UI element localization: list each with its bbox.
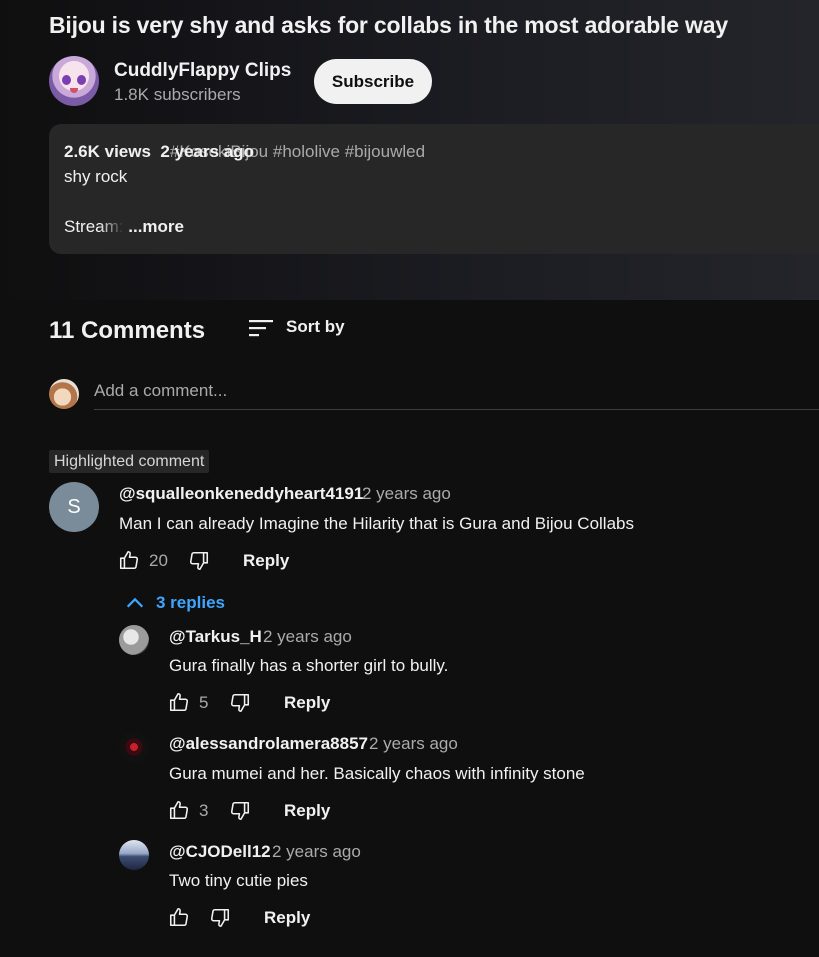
thumb-up-icon[interactable] bbox=[168, 906, 190, 928]
view-count: 2.6K views bbox=[64, 142, 151, 161]
reply-author[interactable]: @CJODell12 bbox=[169, 842, 271, 862]
description-stream-prefix: Stream: bbox=[64, 217, 124, 236]
video-title: Bijou is very shy and asks for collabs i… bbox=[49, 12, 728, 38]
channel-avatar[interactable] bbox=[49, 56, 99, 106]
reply-text: Gura finally has a shorter girl to bully… bbox=[169, 656, 449, 675]
reply-button[interactable]: Reply bbox=[284, 693, 330, 713]
show-more-link[interactable]: ...more bbox=[128, 217, 184, 236]
like-count: 5 bbox=[199, 693, 209, 712]
sort-by-button[interactable]: Sort by bbox=[286, 317, 345, 337]
add-comment-input[interactable]: Add a comment... bbox=[94, 381, 227, 401]
reply-author[interactable]: @alessandrolamera8857 bbox=[169, 734, 368, 754]
thumb-down-icon[interactable] bbox=[229, 692, 251, 714]
thumb-up-icon[interactable] bbox=[118, 549, 140, 571]
user-avatar bbox=[49, 379, 79, 409]
reply-button[interactable]: Reply bbox=[264, 908, 310, 928]
like-count: 3 bbox=[199, 801, 209, 820]
reply-button[interactable]: Reply bbox=[243, 551, 289, 571]
hashtag-link[interactable]: #bijouwled bbox=[345, 142, 425, 161]
sort-icon[interactable] bbox=[248, 317, 274, 339]
chevron-up-icon bbox=[126, 597, 144, 608]
like-count: 20 bbox=[149, 551, 168, 570]
hashtag-link[interactable]: #hololive bbox=[273, 142, 340, 161]
reply-avatar[interactable] bbox=[119, 625, 149, 655]
thumb-down-icon[interactable] bbox=[209, 907, 231, 929]
comment-author[interactable]: @squalleonkeneddyheart4191 bbox=[119, 484, 363, 504]
highlighted-comment-badge: Highlighted comment bbox=[49, 450, 210, 473]
reply-age[interactable]: 2 years ago bbox=[263, 627, 352, 647]
comment-text: Man I can already Imagine the Hilarity t… bbox=[119, 514, 634, 533]
add-comment-underline bbox=[94, 409, 819, 410]
replies-count-label: 3 replies bbox=[156, 593, 225, 612]
reply-button[interactable]: Reply bbox=[284, 801, 330, 821]
commenter-avatar[interactable]: S bbox=[49, 482, 99, 532]
reply-avatar[interactable] bbox=[119, 840, 149, 870]
subscribe-button[interactable]: Subscribe bbox=[314, 59, 432, 104]
thumb-up-icon[interactable] bbox=[168, 691, 190, 713]
reply-text: Gura mumei and her. Basically chaos with… bbox=[169, 764, 585, 783]
upload-age: 2 years ago bbox=[160, 142, 254, 161]
subscriber-count: 1.8K subscribers bbox=[114, 85, 241, 104]
comment-age[interactable]: 2 years ago bbox=[362, 484, 451, 504]
description-stream-line: Stream: ...more bbox=[64, 217, 184, 237]
thumb-down-icon[interactable] bbox=[188, 550, 210, 572]
description-meta: 2.6K views 2 years ago #KosekiBijou #hol… bbox=[64, 142, 425, 162]
channel-name[interactable]: CuddlyFlappy Clips bbox=[114, 60, 291, 82]
comments-count: 11 Comments bbox=[49, 317, 206, 344]
thumb-down-icon[interactable] bbox=[229, 800, 251, 822]
reply-text: Two tiny cutie pies bbox=[169, 871, 308, 890]
thumb-up-icon[interactable] bbox=[168, 799, 190, 821]
reply-age[interactable]: 2 years ago bbox=[369, 734, 458, 754]
reply-age[interactable]: 2 years ago bbox=[272, 842, 361, 862]
reply-avatar[interactable] bbox=[119, 732, 149, 762]
reply-author[interactable]: @Tarkus_H bbox=[169, 627, 262, 647]
description-text: shy rock bbox=[64, 167, 128, 186]
replies-toggle[interactable]: 3 replies bbox=[124, 592, 225, 614]
